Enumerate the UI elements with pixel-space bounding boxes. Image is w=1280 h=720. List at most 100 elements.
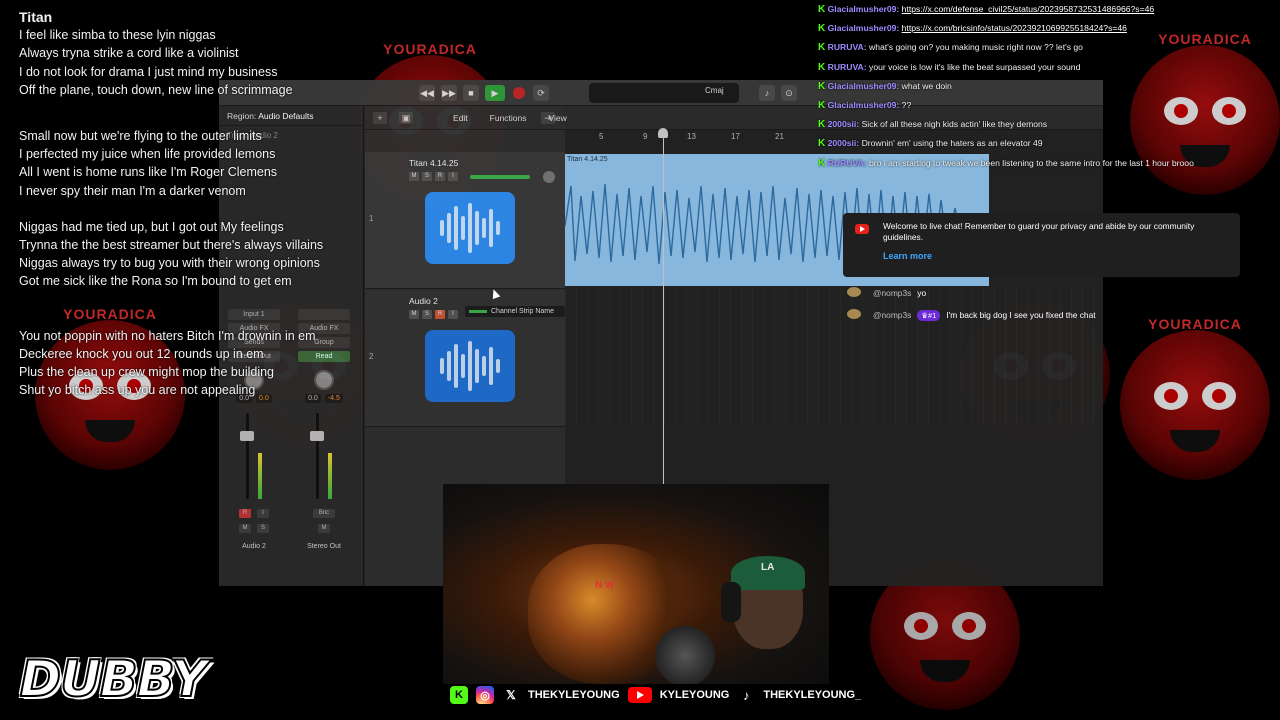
record-button[interactable] <box>513 87 525 99</box>
channel-strip-name-tooltip: Channel Strip Name <box>465 306 565 317</box>
input-monitor-button[interactable]: I <box>257 509 269 518</box>
stanza-2: Small now but we're flying to the outer … <box>19 127 379 200</box>
microphone-image <box>655 626 715 684</box>
x-handle: THEKYLEYOUNG <box>528 689 620 701</box>
lyric-line: Niggas always try to bug you with their … <box>19 256 320 271</box>
tiktok-icon: ♪ <box>743 687 750 703</box>
view-menu[interactable]: View <box>549 113 567 123</box>
key-signature: Cmaj <box>705 86 724 95</box>
chat-author[interactable]: @nomp3s <box>873 310 911 320</box>
solo-button[interactable]: S <box>422 172 432 181</box>
mute-button[interactable]: M <box>409 310 419 319</box>
audio-waveform-icon <box>425 192 515 264</box>
cycle-button[interactable]: ⟳ <box>533 85 549 101</box>
kick-icon: K <box>818 157 826 169</box>
youtube-chat-message: @nomp3s yo <box>843 282 1240 304</box>
kick-icon: K <box>818 80 826 92</box>
lyric-line: Got me sick like the Rona so I'm bound t… <box>19 274 292 289</box>
lyric-line: Shut yo bitch ass up you are not appeali… <box>19 383 256 398</box>
mute-button[interactable]: M <box>239 524 251 533</box>
folder-icon[interactable]: ▣ <box>399 112 413 124</box>
rewind-button[interactable]: ◀◀ <box>419 85 435 101</box>
chat-overlay: K Glacialmusher09: https://x.com/defense… <box>818 0 1278 173</box>
member-badge: ♛#1 <box>917 309 941 321</box>
bounce-button[interactable]: Bnc <box>313 509 335 518</box>
region-label: Titan 4.14.25 <box>567 156 608 163</box>
notice-text: Welcome to live chat! Remember to guard … <box>883 221 1195 242</box>
record-enable-button[interactable]: R <box>435 310 445 319</box>
input-monitor-button[interactable]: I <box>448 172 458 181</box>
learn-more-link[interactable]: Learn more <box>883 251 1230 261</box>
chat-link[interactable]: https://x.com/defense_civil25/status/202… <box>902 4 1155 14</box>
chat-message: K 2000sii: Sick of all these nigh kids a… <box>818 119 1048 131</box>
dubby-logo: DUBBY <box>19 649 209 709</box>
solo-button[interactable]: S <box>257 524 269 533</box>
chat-link[interactable]: https://x.com/bricsinfo/status/202392106… <box>902 23 1127 33</box>
stanza-3: Niggas had me tied up, but I got out My … <box>19 218 379 291</box>
solo-button[interactable]: S <box>422 310 432 319</box>
webcam-feed: N W LA <box>443 484 829 684</box>
volume-fader[interactable] <box>294 413 354 503</box>
kick-icon: K <box>450 686 468 704</box>
playhead[interactable] <box>658 128 668 510</box>
lyric-line: Deckeree knock you out 12 rounds up in e… <box>19 346 264 361</box>
metronome-button[interactable]: ♪ <box>759 85 775 101</box>
stop-button[interactable]: ■ <box>463 85 479 101</box>
functions-menu[interactable]: Functions <box>490 113 527 123</box>
live-chat-notice: Welcome to live chat! Remember to guard … <box>843 213 1240 277</box>
strip-name: Stereo Out <box>307 543 341 550</box>
youtube-icon <box>627 687 652 703</box>
instagram-icon: ◎ <box>476 686 494 704</box>
track-name[interactable]: Titan 4.14.25 <box>409 158 458 168</box>
avatar <box>847 309 861 319</box>
audio-waveform-icon <box>425 330 515 402</box>
track-row-1[interactable]: 1 Titan 4.14.25 MSRI <box>365 152 565 289</box>
cap-logo: LA <box>761 562 775 573</box>
lyric-line: All I went is home runs like I'm Roger C… <box>19 165 278 180</box>
chat-message: K Glacialmusher09: https://x.com/bricsin… <box>818 23 1127 35</box>
track-volume-slider[interactable] <box>470 175 530 179</box>
ruler-tick: 17 <box>731 132 740 141</box>
tuner-button[interactable]: ⊙ <box>781 85 797 101</box>
kick-icon: K <box>818 4 826 15</box>
tiktok-handle: THEKYLEYOUNG_ <box>763 689 862 701</box>
lyrics-title: Titan <box>19 9 53 25</box>
ruler-tick: 21 <box>775 132 784 141</box>
input-monitor-button[interactable]: I <box>448 310 458 319</box>
lyric-line: Plus the clean up crew might mop the bui… <box>19 365 275 380</box>
lyric-line: You not poppin with no haters Bitch I'm … <box>19 328 316 343</box>
track-name[interactable]: Audio 2 <box>409 296 438 306</box>
ruler-tick: 9 <box>643 132 648 141</box>
ruler-tick: 5 <box>599 132 604 141</box>
lyrics-overlay: Titan I feel like simba to these lyin ni… <box>19 8 379 399</box>
kick-icon: K <box>818 42 826 54</box>
track-row-2[interactable]: 2 Audio 2 MSRI Channel Strip Name <box>365 290 565 427</box>
chat-message: K RURUVA: what's going on? you making mu… <box>818 42 1083 54</box>
chat-message: K 2000sii: Drownin' em' using the haters… <box>818 138 1043 150</box>
record-enable-button[interactable]: R <box>435 172 445 181</box>
youtube-chat-list: @nomp3s yo @nomp3s ♛#1 I'm back big dog … <box>843 282 1240 326</box>
lyric-line: I do not look for drama I just mind my b… <box>19 64 278 79</box>
streamer-image: LA <box>713 534 823 684</box>
lyric-line: I feel like simba to these lyin niggas <box>19 28 216 43</box>
volume-fader[interactable] <box>224 413 284 503</box>
edit-menu[interactable]: Edit <box>453 113 468 123</box>
chat-message: K Glacialmusher09: https://x.com/defense… <box>818 4 1155 15</box>
ruler-tick: 13 <box>687 132 696 141</box>
lyric-line: Trynna the the best streamer but there's… <box>19 238 324 253</box>
socials-bar: K ◎ 𝕏 THEKYLEYOUNG KYLEYOUNG ♪ THEKYLEYO… <box>450 684 861 706</box>
mute-button[interactable]: M <box>318 524 330 533</box>
kick-icon: K <box>818 100 826 112</box>
mute-button[interactable]: M <box>409 172 419 181</box>
track-pan-knob[interactable] <box>543 171 555 183</box>
youtube-handle: KYLEYOUNG <box>659 689 730 701</box>
chat-text: yo <box>917 288 927 298</box>
record-enable-button[interactable]: R <box>239 509 251 518</box>
youtube-chat-message: @nomp3s ♛#1 I'm back big dog I see you f… <box>843 304 1240 326</box>
play-button[interactable]: ▶ <box>485 85 505 101</box>
lyric-line: I never spy their man I'm a darker venom <box>19 183 246 198</box>
x-icon: 𝕏 <box>502 686 520 704</box>
kick-icon: K <box>818 61 826 73</box>
chat-author[interactable]: @nomp3s <box>873 288 911 298</box>
fast-forward-button[interactable]: ▶▶ <box>441 85 457 101</box>
